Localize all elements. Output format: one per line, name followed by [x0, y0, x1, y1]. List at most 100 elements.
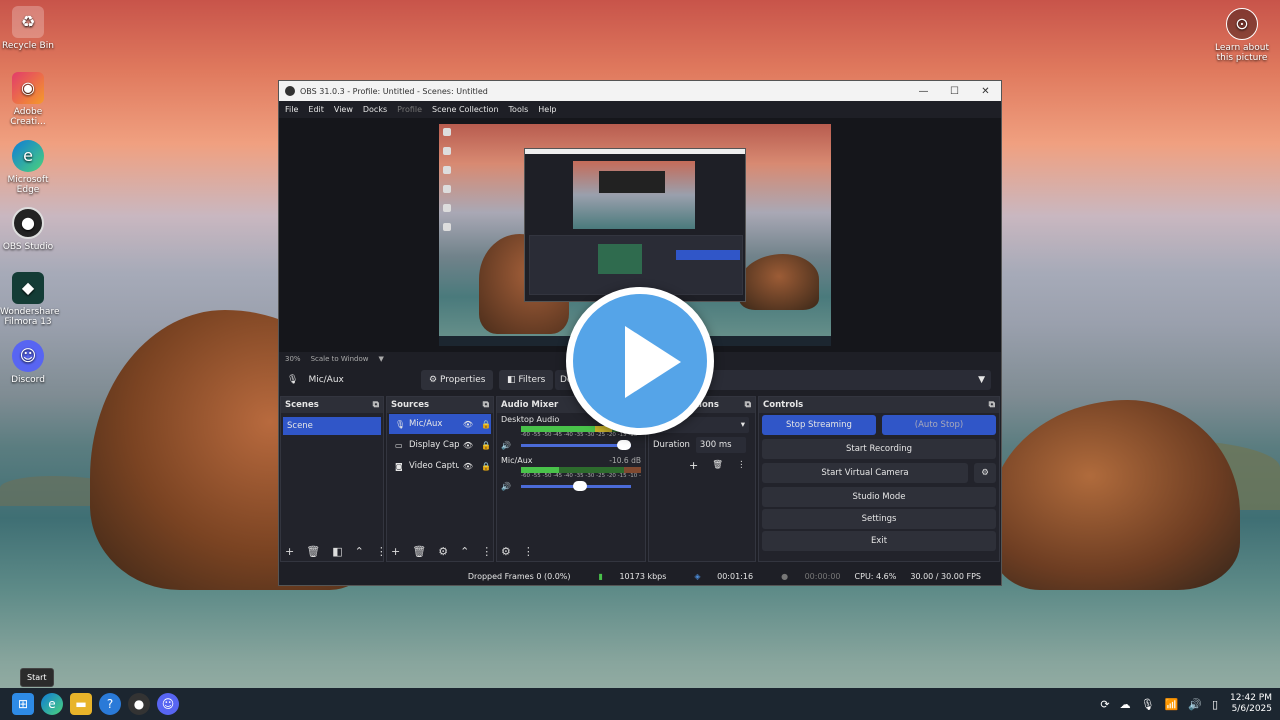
desktop-icon-adobe[interactable]: ◉ Adobe Creati...	[0, 72, 56, 127]
slider-knob[interactable]	[617, 439, 631, 450]
play-button[interactable]	[566, 287, 714, 435]
cloud-icon[interactable]: ☁	[1120, 698, 1131, 711]
auto-stop-button[interactable]: (Auto Stop)	[882, 415, 996, 435]
add-icon[interactable]: +	[391, 545, 400, 558]
channel-db: -10.6 dB	[609, 456, 641, 465]
clock[interactable]: 12:42 PM 5/6/2025	[1230, 693, 1272, 715]
volume-meter	[521, 467, 641, 473]
microphone-icon[interactable]: 🎙	[1141, 698, 1155, 711]
lock-icon[interactable]: 🔒	[481, 420, 491, 429]
settings-button[interactable]: Settings	[762, 509, 996, 529]
scene-item[interactable]: Scene	[283, 417, 381, 435]
menu-docks[interactable]: Docks	[363, 105, 387, 114]
start-recording-button[interactable]: Start Recording	[762, 439, 996, 459]
microphone-icon: 🎙	[287, 375, 299, 385]
maximize-button[interactable]: ☐	[939, 86, 970, 97]
wifi-icon[interactable]: 📶	[1165, 698, 1179, 711]
signal-icon: ▮	[598, 571, 603, 581]
chevron-down-icon[interactable]: ▼	[378, 355, 383, 363]
source-item[interactable]: ◙ Video Captu 👁 🔒	[389, 456, 491, 476]
sync-icon[interactable]: ⟳	[1100, 698, 1109, 711]
edge-icon[interactable]: e	[41, 693, 63, 715]
menu-view[interactable]: View	[334, 105, 353, 114]
speaker-icon[interactable]: 🔊	[501, 441, 515, 450]
desktop-icon-obs[interactable]: ● OBS Studio	[0, 207, 56, 252]
exit-button[interactable]: Exit	[762, 531, 996, 551]
chevron-down-icon: ▾	[740, 420, 745, 430]
lock-icon[interactable]: 🔒	[481, 462, 491, 471]
eye-icon[interactable]: 👁	[463, 462, 473, 471]
properties-button[interactable]: ⚙ Properties	[421, 370, 494, 390]
speaker-icon[interactable]: 🔊	[501, 482, 515, 491]
source-item[interactable]: ▭ Display Cap 👁 🔒	[389, 435, 491, 455]
undock-icon[interactable]: ⧉	[483, 400, 489, 410]
stop-streaming-button[interactable]: Stop Streaming	[762, 415, 876, 435]
filmora-icon: ◆	[12, 272, 44, 304]
window-titlebar[interactable]: OBS 31.0.3 - Profile: Untitled - Scenes:…	[279, 81, 1001, 101]
cpu-usage: CPU: 4.6%	[854, 571, 897, 581]
obs-icon[interactable]: ●	[128, 693, 150, 715]
menu-edit[interactable]: Edit	[308, 105, 324, 114]
menu-file[interactable]: File	[285, 105, 298, 114]
windows-start-icon[interactable]: ⊞	[12, 693, 34, 715]
scale-mode[interactable]: Scale to Window	[311, 355, 369, 363]
learn-about-picture[interactable]: ⊙ Learn about this picture	[1214, 8, 1270, 63]
undock-icon[interactable]: ⧉	[373, 400, 379, 410]
record-icon: ●	[781, 571, 789, 581]
eye-icon[interactable]: 👁	[463, 441, 473, 450]
studio-mode-button[interactable]: Studio Mode	[762, 487, 996, 507]
record-time: 00:00:00	[804, 571, 841, 581]
trash-icon[interactable]: 🗑	[712, 460, 723, 470]
recycle-bin-icon: ♻	[12, 6, 44, 38]
desktop-icon-filmora[interactable]: ◆ Wondershare Filmora 13	[0, 272, 59, 327]
filters-button[interactable]: ◧ Filters	[499, 370, 554, 390]
background-rock	[990, 400, 1240, 590]
scenes-title: Scenes	[285, 400, 319, 410]
obs-logo-icon	[285, 86, 295, 96]
trash-icon[interactable]: 🗑	[306, 545, 320, 558]
menu-help[interactable]: Help	[538, 105, 556, 114]
start-virtual-camera-button[interactable]: Start Virtual Camera	[762, 463, 968, 483]
volume-icon[interactable]: 🔊	[1188, 698, 1202, 711]
mixer-settings-icon[interactable]: ⚙	[501, 545, 511, 558]
undock-icon[interactable]: ⧉	[745, 400, 751, 410]
menu-tools[interactable]: Tools	[509, 105, 529, 114]
add-icon[interactable]: +	[689, 459, 698, 472]
status-bar: Dropped Frames 0 (0.0%) ▮ 10173 kbps ◈ 0…	[279, 567, 1001, 585]
kebab-menu-icon[interactable]: ⋮	[737, 460, 746, 470]
trash-icon[interactable]: 🗑	[412, 545, 426, 558]
desktop-icon-recycle-bin[interactable]: ♻ Recycle Bin	[0, 6, 56, 51]
undock-icon[interactable]: ⧉	[989, 400, 995, 410]
chevron-up-icon[interactable]: ⌃	[460, 545, 469, 558]
desktop-icon-edge[interactable]: e Microsoft Edge	[0, 140, 56, 195]
gear-icon[interactable]: ⚙	[438, 545, 448, 558]
file-explorer-icon[interactable]: ▬	[70, 693, 92, 715]
controls-title: Controls	[763, 400, 804, 410]
controls-dock: Controls ⧉ Stop Streaming (Auto Stop) Sta…	[758, 396, 1000, 562]
kebab-menu-icon[interactable]: ⋮	[481, 545, 492, 558]
preview-desktop-icons	[443, 128, 453, 242]
chevron-up-icon[interactable]: ⌃	[355, 545, 364, 558]
lock-icon[interactable]: 🔒	[481, 441, 491, 450]
zoom-level[interactable]: 30%	[285, 355, 301, 363]
add-icon[interactable]: +	[285, 545, 294, 558]
minimize-button[interactable]: —	[908, 86, 939, 97]
filter-icon[interactable]: ◧	[332, 545, 342, 558]
desktop-icon-discord[interactable]: ☺ Discord	[0, 340, 56, 385]
close-button[interactable]: ✕	[970, 86, 1001, 97]
kebab-menu-icon[interactable]: ⋮	[523, 545, 534, 558]
volume-slider[interactable]	[521, 480, 631, 491]
help-icon[interactable]: ?	[99, 693, 121, 715]
gear-icon[interactable]: ⚙	[974, 463, 996, 483]
fps: 30.00 / 30.00 FPS	[910, 571, 981, 581]
menu-profile[interactable]: Profile	[397, 105, 422, 114]
slider-knob[interactable]	[573, 480, 587, 491]
chevron-down-icon: ▼	[978, 375, 985, 385]
eye-icon[interactable]: 👁	[463, 420, 473, 429]
duration-input[interactable]: 300 ms	[695, 437, 746, 453]
battery-icon[interactable]: ▯	[1212, 698, 1218, 711]
volume-slider[interactable]	[521, 439, 631, 450]
menu-scene-collection[interactable]: Scene Collection	[432, 105, 499, 114]
discord-icon[interactable]: ☺	[157, 693, 179, 715]
source-item[interactable]: 🎙 Mic/Aux 👁 🔒	[389, 414, 491, 434]
